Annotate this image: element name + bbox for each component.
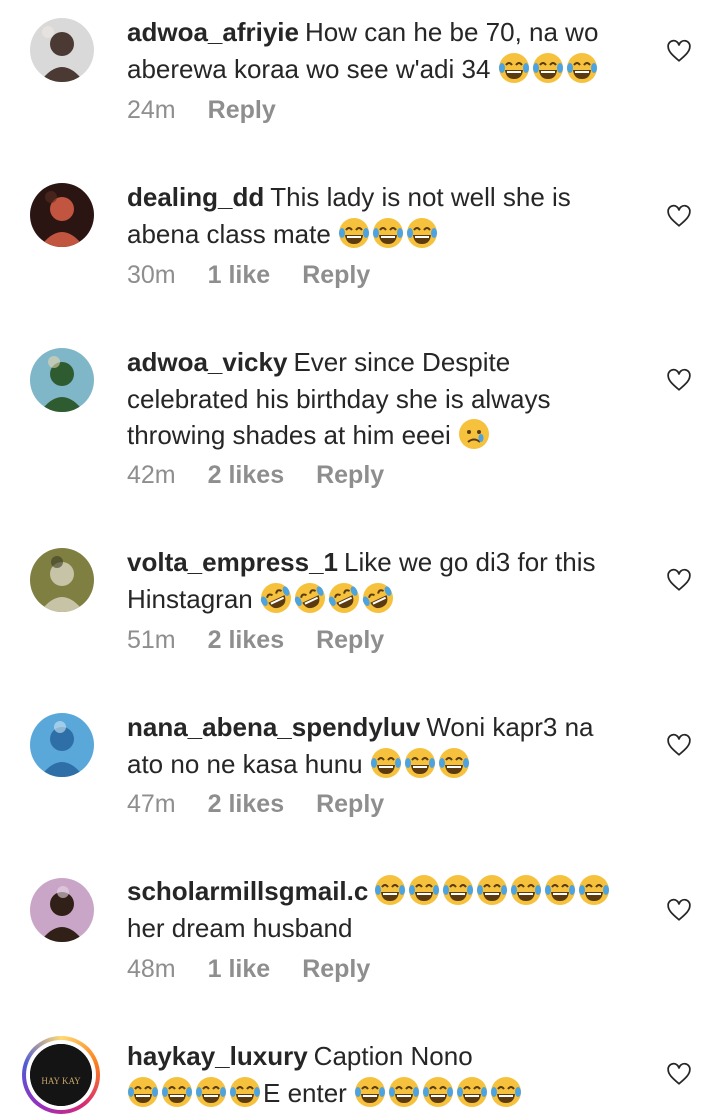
reply-button[interactable]: Reply bbox=[316, 461, 384, 489]
like-heart-icon[interactable] bbox=[666, 1061, 692, 1087]
reply-button[interactable]: Reply bbox=[302, 261, 370, 289]
emoji-icon bbox=[294, 582, 325, 613]
like-heart-icon[interactable] bbox=[666, 38, 692, 64]
comment-time: 47m bbox=[127, 790, 176, 818]
emoji-icon bbox=[491, 1076, 522, 1107]
comment-time: 48m bbox=[127, 955, 176, 983]
avatar: HAY KAY bbox=[30, 1044, 92, 1106]
emoji-icon bbox=[389, 1076, 420, 1107]
reply-button[interactable]: Reply bbox=[316, 790, 384, 818]
comment-time: 42m bbox=[127, 461, 176, 489]
emoji-icon bbox=[409, 875, 440, 905]
emoji-icon bbox=[162, 1076, 192, 1107]
comment-likes[interactable]: 2 likes bbox=[208, 626, 284, 654]
emoji-icon bbox=[362, 582, 393, 613]
emoji-icon bbox=[498, 52, 529, 83]
emoji-icon bbox=[457, 1076, 488, 1107]
avatar[interactable] bbox=[30, 18, 94, 82]
emoji-icon bbox=[566, 52, 597, 83]
comment-meta: 51m 2 likes Reply bbox=[127, 626, 416, 655]
comment-meta: 30m 1 like Reply bbox=[127, 261, 402, 290]
comment-username[interactable]: volta_empress_1 bbox=[127, 547, 338, 577]
emoji-icon bbox=[438, 747, 469, 778]
comment-meta: 42m 2 likes Reply bbox=[127, 461, 416, 490]
comment-message-continued: E enter bbox=[263, 1077, 355, 1108]
emoji-icon bbox=[370, 747, 401, 778]
comment-time: 30m bbox=[127, 261, 176, 289]
comment-time: 24m bbox=[127, 96, 176, 124]
comment-text: nana_abena_spendyluv Woni kapr3 na ato no… bbox=[127, 709, 627, 782]
comment-likes[interactable]: 2 likes bbox=[208, 790, 284, 818]
reply-button[interactable]: Reply bbox=[302, 955, 370, 983]
like-heart-icon[interactable] bbox=[666, 203, 692, 229]
comment-text: scholarmillsgmail.c her dream husband bbox=[127, 873, 627, 946]
emoji-icon bbox=[260, 582, 291, 613]
emoji-icon bbox=[532, 52, 563, 83]
avatar-logo-text: HAY KAY bbox=[41, 1076, 81, 1086]
emoji-icon bbox=[545, 875, 576, 905]
comment-meta: 47m 2 likes Reply bbox=[127, 790, 416, 819]
comment-likes[interactable]: 1 like bbox=[208, 955, 271, 983]
emoji-icon bbox=[230, 1076, 260, 1107]
emoji-icon bbox=[128, 1076, 158, 1107]
emoji-icon bbox=[579, 875, 610, 905]
avatar[interactable] bbox=[30, 713, 94, 777]
comment-text: adwoa_afriyie How can he be 70, na wo abe… bbox=[127, 14, 627, 87]
emoji-icon bbox=[404, 747, 435, 778]
comment-text: haykay_luxury Caption Nono E enter bbox=[127, 1038, 627, 1111]
comment-meta: 24m Reply bbox=[127, 96, 308, 125]
comment-username[interactable]: haykay_luxury bbox=[127, 1041, 308, 1071]
comment-likes[interactable]: 1 like bbox=[208, 261, 271, 289]
emoji-icon bbox=[339, 217, 370, 248]
comment-message: Caption Nono bbox=[313, 1041, 473, 1071]
comment-likes[interactable]: 2 likes bbox=[208, 461, 284, 489]
like-heart-icon[interactable] bbox=[666, 367, 692, 393]
avatar[interactable] bbox=[30, 183, 94, 247]
emoji-icon bbox=[355, 1076, 386, 1107]
emoji-icon bbox=[196, 1076, 226, 1107]
emoji-icon bbox=[458, 419, 489, 449]
emoji-icon bbox=[423, 1076, 454, 1107]
reply-button[interactable]: Reply bbox=[208, 96, 276, 124]
emoji-icon bbox=[373, 217, 404, 248]
comment-username[interactable]: adwoa_vicky bbox=[127, 347, 287, 377]
comment-text: volta_empress_1 Like we go di3 for this H… bbox=[127, 544, 627, 617]
comment-username[interactable]: dealing_dd bbox=[127, 182, 264, 212]
comment-time: 51m bbox=[127, 626, 176, 654]
reply-button[interactable]: Reply bbox=[316, 626, 384, 654]
emoji-icon bbox=[477, 875, 508, 905]
emoji-icon bbox=[328, 582, 359, 613]
emoji-icon bbox=[443, 875, 474, 905]
like-heart-icon[interactable] bbox=[666, 897, 692, 923]
avatar[interactable] bbox=[30, 348, 94, 412]
like-heart-icon[interactable] bbox=[666, 567, 692, 593]
avatar-story-ring[interactable]: HAY KAY bbox=[22, 1036, 100, 1114]
comment-username[interactable]: nana_abena_spendyluv bbox=[127, 712, 420, 742]
comment-meta: 48m 1 like Reply bbox=[127, 955, 402, 984]
comment-username[interactable]: adwoa_afriyie bbox=[127, 17, 299, 47]
emoji-icon bbox=[375, 875, 406, 905]
comment-username[interactable]: scholarmillsgmail.c bbox=[127, 876, 368, 906]
like-heart-icon[interactable] bbox=[666, 732, 692, 758]
emoji-icon bbox=[407, 217, 438, 248]
avatar[interactable] bbox=[30, 878, 94, 942]
emoji-icon bbox=[511, 875, 542, 905]
comment-message: her dream husband bbox=[127, 912, 353, 943]
comment-text: adwoa_vicky Ever since Despite celebrated… bbox=[127, 344, 597, 454]
avatar[interactable] bbox=[30, 548, 94, 612]
comment-text: dealing_dd This lady is not well she is a… bbox=[127, 179, 617, 252]
